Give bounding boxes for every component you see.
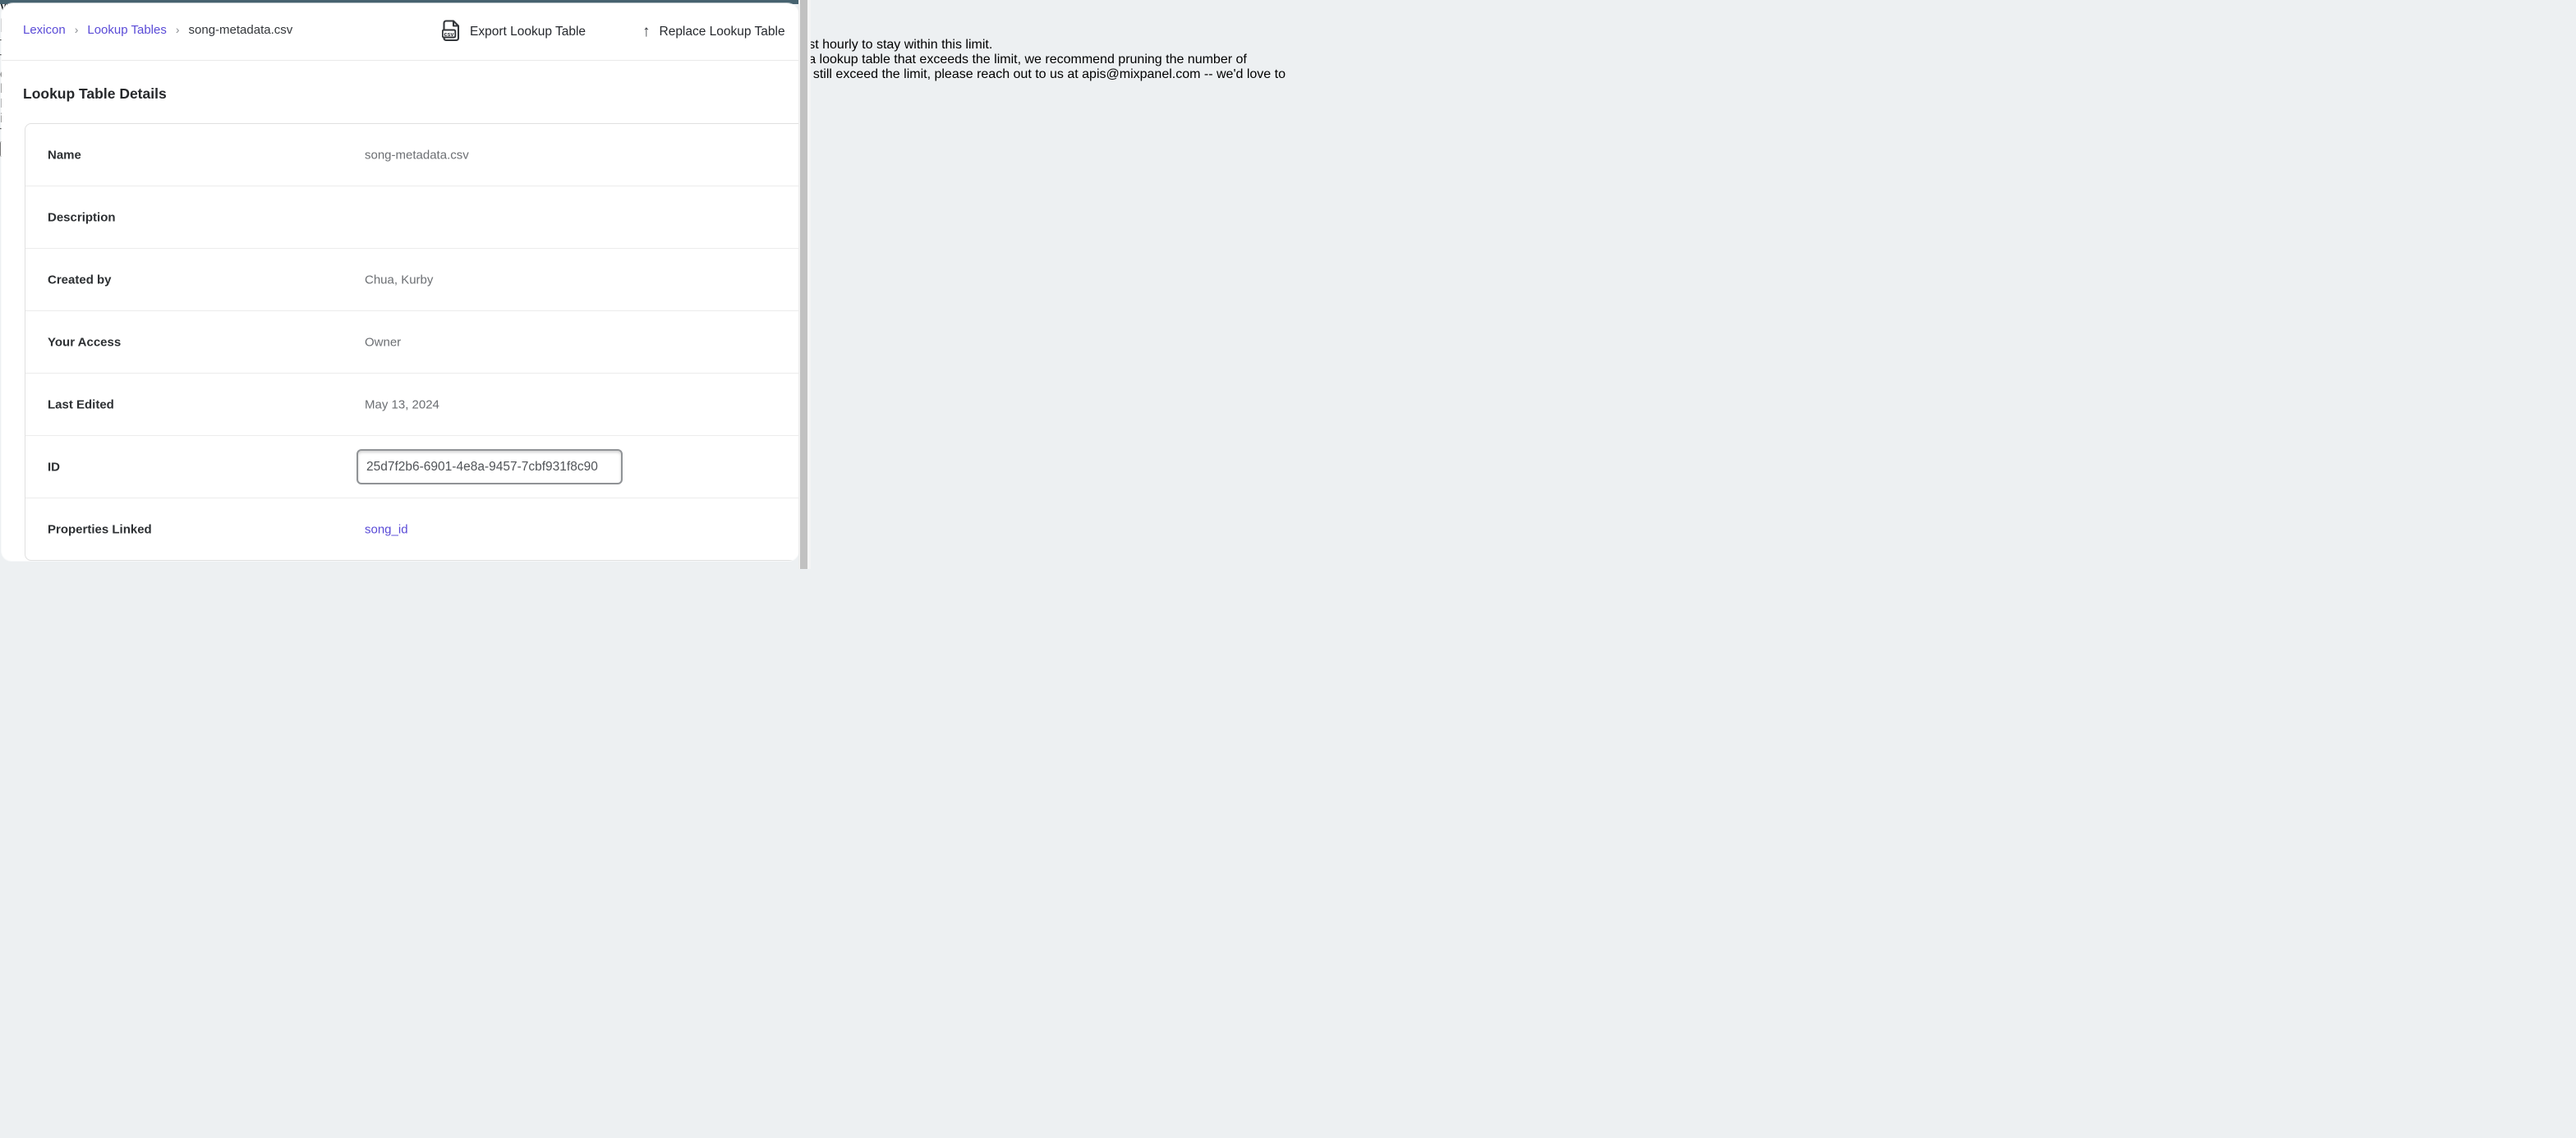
row-label: Your Access <box>48 335 121 349</box>
row-label: Last Edited <box>48 397 114 411</box>
export-button-label: Export Lookup Table <box>470 25 586 39</box>
table-row-properties-linked: Properties Linked song_id <box>25 498 798 561</box>
svg-text:csv: csv <box>444 30 454 37</box>
table-row-your-access: Your Access Owner <box>25 311 798 374</box>
replace-button-label: Replace Lookup Table <box>660 25 785 39</box>
row-label: ID <box>48 460 60 474</box>
table-row-name: Name song-metadata.csv <box>25 124 798 186</box>
table-row-id: ID <box>25 436 798 498</box>
breadcrumb-separator: › <box>75 23 79 36</box>
left-panel-scrollbar[interactable] <box>798 0 811 569</box>
row-value: May 13, 2024 <box>365 397 439 411</box>
table-row-created-by: Created by Chua, Kurby <box>25 249 798 311</box>
lookup-table-details-card: Name song-metadata.csv Description Creat… <box>25 123 798 561</box>
csv-file-icon: csv <box>442 19 461 46</box>
replace-lookup-table-button[interactable]: ↑ Replace Lookup Table <box>642 3 785 61</box>
breadcrumb-lexicon[interactable]: Lexicon <box>23 23 66 37</box>
apis-email-link[interactable]: apis@mixpanel.com <box>1082 67 1200 81</box>
upload-arrow-icon: ↑ <box>642 23 651 41</box>
breadcrumb: Lexicon › Lookup Tables › song-metadata.csv <box>23 23 292 37</box>
row-label: Created by <box>48 273 112 287</box>
page-title: Lookup Table Details <box>23 85 167 103</box>
breadcrumb-current-file: song-metadata.csv <box>189 23 293 37</box>
pane-divider[interactable] <box>811 0 821 569</box>
row-value: song-metadata.csv <box>365 148 469 162</box>
row-label: Name <box>48 148 81 162</box>
export-lookup-table-button[interactable]: csv Export Lookup Table <box>442 3 586 61</box>
row-value: Owner <box>365 335 401 349</box>
row-label: Description <box>48 210 116 224</box>
breadcrumb-lookup-tables[interactable]: Lookup Tables <box>87 23 166 37</box>
row-label: Properties Linked <box>48 523 152 537</box>
breadcrumb-separator: › <box>176 23 180 36</box>
row-value: Chua, Kurby <box>365 273 433 287</box>
table-row-last-edited: Last Edited May 13, 2024 <box>25 374 798 436</box>
lexicon-header: Lexicon›Lookup Tables›song-metadata.csv … <box>2 3 798 61</box>
left-panel-scrollbar-thumb[interactable] <box>800 0 807 569</box>
lookup-table-id-field[interactable] <box>356 449 623 484</box>
table-row-description: Description <box>25 186 798 249</box>
lexicon-panel: Lexicon›Lookup Tables›song-metadata.csv … <box>2 3 798 561</box>
song-id-property-link[interactable]: song_id <box>365 523 408 537</box>
